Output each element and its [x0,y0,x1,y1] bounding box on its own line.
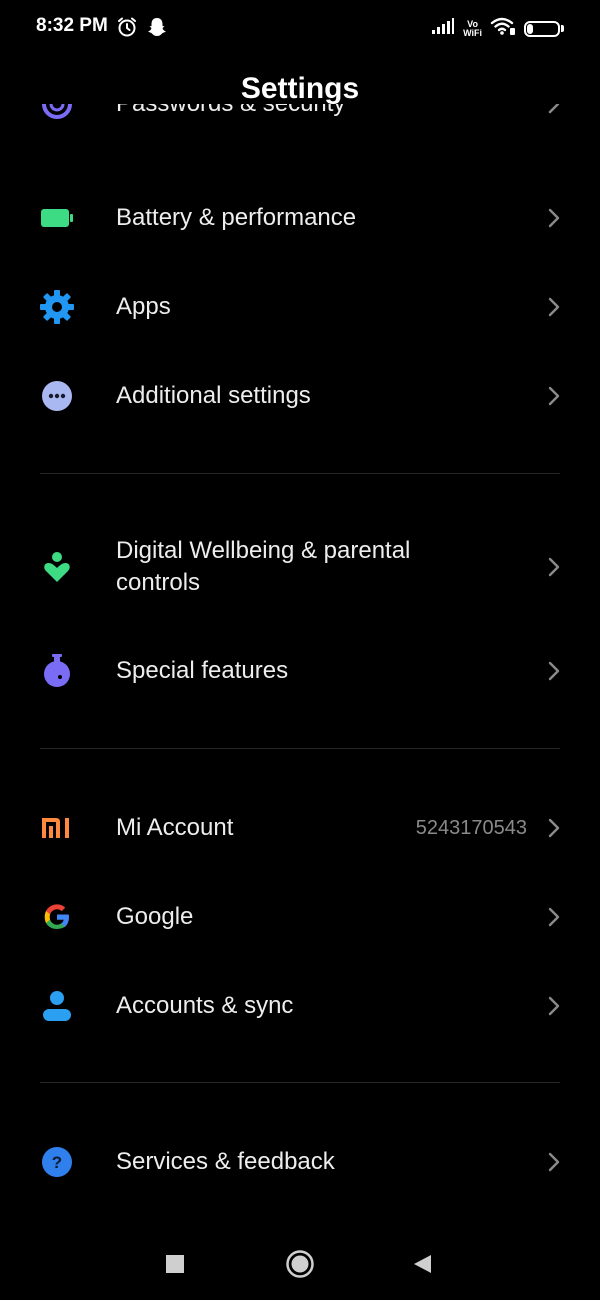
section-divider [40,473,560,474]
settings-item-label: Battery & performance [116,204,357,231]
section-divider [40,748,560,749]
settings-item-label: Digital Wellbeing & parental controls [116,537,411,596]
wellbeing-heart-icon [38,548,76,586]
battery-level-text: 19 [535,22,549,35]
battery-indicator: 19 [524,20,560,37]
settings-item-label: Accounts & sync [116,992,294,1019]
settings-item-google[interactable]: Google [0,875,600,959]
chevron-right-icon [544,557,564,577]
settings-item-digital-wellbeing[interactable]: Digital Wellbeing & parental controls [0,525,600,609]
chevron-right-icon [544,907,564,927]
wifi-icon [490,16,516,41]
more-dots-icon [38,377,76,415]
page-title: Settings [240,72,360,105]
chevron-right-icon [544,996,564,1016]
chevron-right-icon [544,386,564,406]
settings-item-label: Google [116,903,194,930]
chevron-right-icon [544,661,564,681]
chevron-right-icon [544,1152,564,1172]
settings-item-mi-account[interactable]: Mi Account 5243170543 [0,786,600,870]
gear-icon [38,288,76,326]
vowifi-icon: Vo WiFi [463,19,482,38]
settings-item-battery-performance[interactable]: Battery & performance [0,176,600,260]
settings-item-accounts-sync[interactable]: Accounts & sync [0,964,600,1048]
recents-button[interactable] [159,1248,191,1280]
help-icon: ? [38,1143,76,1181]
navigation-bar [0,1236,600,1292]
battery-tip [561,25,564,32]
vowifi-line2: WiFi [463,27,482,38]
settings-item-label: Apps [116,293,171,320]
settings-item-label: Additional settings [116,382,311,409]
signal-icon [431,17,455,40]
chevron-right-icon [544,208,564,228]
home-button[interactable] [284,1248,316,1280]
mi-logo-icon [38,809,76,847]
settings-item-special-features[interactable]: Special features [0,629,600,713]
mi-account-id: 5243170543 [415,816,527,839]
settings-item-services-feedback[interactable]: ? Services & feedback [0,1120,600,1204]
back-button[interactable] [406,1248,438,1280]
chevron-right-icon [544,818,564,838]
svg-text:?: ? [52,1153,62,1172]
battery-icon [38,199,76,237]
google-logo-icon [38,898,76,936]
snapchat-icon [146,16,168,43]
person-icon [38,987,76,1025]
status-bar: 8:32 PM Vo WiFi 19 [0,0,600,56]
flask-icon [38,652,76,690]
settings-item-label: Services & feedback [116,1148,335,1175]
status-right-icons: Vo WiFi 19 [431,16,564,41]
status-left-icons [116,16,168,43]
status-time: 8:32 PM [36,15,108,36]
settings-item-additional-settings[interactable]: Additional settings [0,354,600,438]
settings-item-label: Mi Account [116,814,234,841]
scrolled-row-container: Passwords & security [0,104,600,148]
shield-icon [38,104,76,123]
settings-item-apps[interactable]: Apps [0,265,600,349]
section-divider [40,1082,560,1083]
settings-item-label: Passwords & security [116,104,345,120]
chevron-right-icon [544,297,564,317]
chevron-right-icon [544,104,564,114]
settings-item-passwords-security[interactable]: Passwords & security [0,104,600,146]
settings-item-label: Special features [116,657,289,684]
alarm-icon [116,16,138,43]
